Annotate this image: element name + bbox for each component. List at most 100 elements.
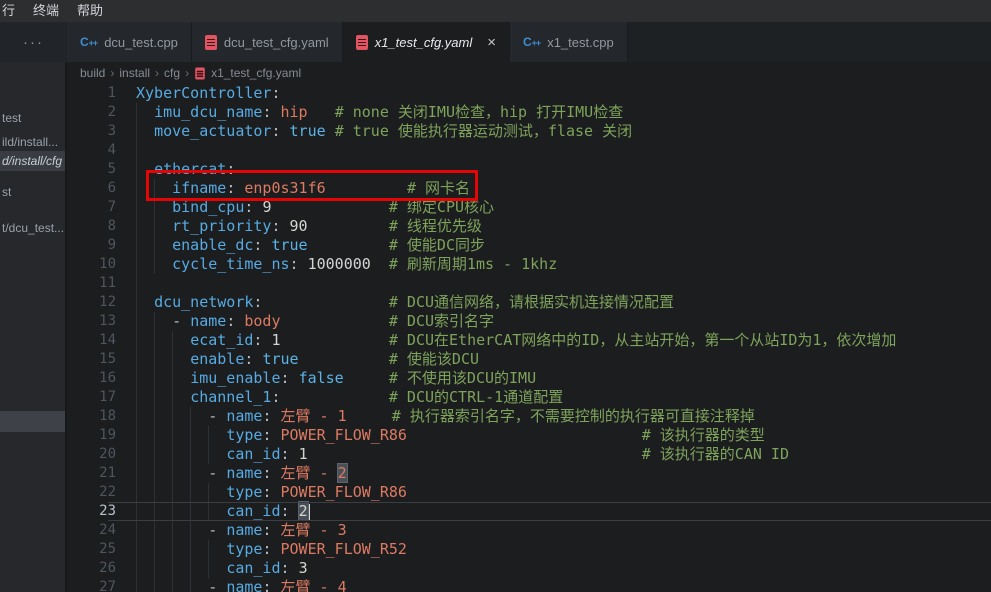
line-number[interactable]: 9 — [67, 236, 116, 255]
code-segment — [136, 160, 154, 178]
line-number[interactable]: 14 — [67, 331, 116, 350]
line-number[interactable]: 19 — [67, 426, 116, 445]
editor-line-1[interactable]: XyberController: — [136, 84, 991, 103]
line-number[interactable]: 7 — [67, 198, 116, 217]
code-segment: 1000000 — [308, 255, 371, 273]
editor-line-14[interactable]: ecat_id: 1 # DCU在EtherCAT网络中的ID，从主站开始，第一… — [136, 331, 991, 350]
editor-line-19[interactable]: type: POWER_FLOW_R86 # 该执行器的类型 — [136, 426, 991, 445]
editor-line-18[interactable]: - name: 左臂 - 1 # 执行器索引名字，不需要控制的执行器可直接注释掉 — [136, 407, 991, 426]
line-number[interactable]: 5 — [67, 160, 116, 179]
line-number[interactable]: 13 — [67, 312, 116, 331]
line-number[interactable]: 26 — [67, 559, 116, 578]
line-number[interactable]: 16 — [67, 369, 116, 388]
editor-line-20[interactable]: can_id: 1 # 该执行器的CAN ID — [136, 445, 991, 464]
editor-line-23[interactable]: can_id: 2 — [136, 502, 991, 521]
indent-guide — [136, 255, 137, 274]
line-number[interactable]: 22 — [67, 483, 116, 502]
line-number[interactable]: 1 — [67, 84, 116, 103]
code-segment: enable — [190, 350, 244, 368]
editor-line-13[interactable]: - name: body # DCU索引名字 — [136, 312, 991, 331]
code-segment: rt_priority — [172, 217, 271, 235]
line-number[interactable]: 2 — [67, 103, 116, 122]
editor-line-4[interactable] — [136, 141, 991, 160]
editor-line-6[interactable]: ifname: enp0s31f6 # 网卡名 — [136, 179, 991, 198]
menubar-item[interactable]: 行 — [0, 0, 24, 22]
code-segment — [281, 217, 290, 235]
editor-line-11[interactable] — [136, 274, 991, 293]
line-number[interactable]: 18 — [67, 407, 116, 426]
line-number[interactable]: 15 — [67, 350, 116, 369]
tab-close-icon[interactable]: × — [487, 35, 496, 50]
tab-bar-left-strip: ··· — [0, 22, 67, 62]
line-number[interactable]: 27 — [67, 578, 116, 592]
editor-line-7[interactable]: bind_cpu: 9 # 绑定CPU核心 — [136, 198, 991, 217]
code-segment: type — [226, 483, 262, 501]
indent-guide — [136, 312, 137, 331]
code-segment: true — [290, 122, 326, 140]
editor-line-2[interactable]: imu_dcu_name: hip # none 关闭IMU检查，hip 打开I… — [136, 103, 991, 122]
menubar-item[interactable]: 帮助 — [68, 0, 112, 22]
editor-line-22[interactable]: type: POWER_FLOW_R86 — [136, 483, 991, 502]
indent-guide — [208, 502, 209, 521]
editor-line-25[interactable]: type: POWER_FLOW_R52 — [136, 540, 991, 559]
editor-line-9[interactable]: enable_dc: true # 使能DC同步 — [136, 236, 991, 255]
breadcrumb-item[interactable]: install — [119, 66, 150, 80]
sidebar-item[interactable]: st — [0, 182, 65, 202]
code-segment — [281, 122, 290, 140]
code-segment — [136, 445, 226, 463]
code-segment: name — [226, 464, 262, 482]
code-segment — [271, 198, 388, 216]
editor-line-15[interactable]: enable: true # 使能该DCU — [136, 350, 991, 369]
editor-line-16[interactable]: imu_enable: false # 不使用该DCU的IMU — [136, 369, 991, 388]
indent-guide — [136, 388, 137, 407]
line-number[interactable]: 21 — [67, 464, 116, 483]
code-editor[interactable]: 1 XyberController: 2 imu_dcu_name: hip # n… — [67, 84, 991, 592]
line-number[interactable]: 3 — [67, 122, 116, 141]
tab-dcu_test.cpp[interactable]: C++dcu_test.cpp — [67, 22, 192, 62]
editor-line-27[interactable]: - name: 左臂 - 4 — [136, 578, 991, 592]
editor-line-10[interactable]: cycle_time_ns: 1000000 # 刷新周期1ms - 1khz — [136, 255, 991, 274]
editor-line-8[interactable]: rt_priority: 90 # 线程优先级 — [136, 217, 991, 236]
line-number[interactable]: 8 — [67, 217, 116, 236]
indent-guide — [154, 350, 155, 369]
text-cursor — [309, 504, 311, 520]
editor-line-21[interactable]: - name: 左臂 - 2 — [136, 464, 991, 483]
code-segment — [371, 255, 389, 273]
code-segment: 1 — [271, 331, 280, 349]
line-number[interactable]: 6 — [67, 179, 116, 198]
line-number[interactable]: 10 — [67, 255, 116, 274]
editor-line-17[interactable]: channel_1: # DCU的CTRL-1通道配置 — [136, 388, 991, 407]
editor-line-24[interactable]: - name: 左臂 - 3 — [136, 521, 991, 540]
breadcrumb-item[interactable]: cfg — [164, 66, 180, 80]
breadcrumb-filename[interactable]: x1_test_cfg.yaml — [211, 66, 301, 80]
line-number[interactable]: 17 — [67, 388, 116, 407]
editor-line-3[interactable]: move_actuator: true # true 使能执行器运动测试，fla… — [136, 122, 991, 141]
editor-line-12[interactable]: dcu_network: # DCU通信网络，请根据实机连接情况配置 — [136, 293, 991, 312]
line-number[interactable]: 12 — [67, 293, 116, 312]
tab-dcu_test_cfg.yaml[interactable]: dcu_test_cfg.yaml — [192, 22, 343, 62]
sidebar-item[interactable]: test — [0, 108, 65, 128]
line-number[interactable]: 11 — [67, 274, 116, 293]
sidebar-item[interactable]: d/install/cfg — [0, 151, 65, 171]
editor-line-26[interactable]: can_id: 3 — [136, 559, 991, 578]
sidebar-item[interactable]: ild/install... — [0, 132, 65, 152]
line-number[interactable]: 23 — [67, 502, 116, 521]
tab-x1_test_cfg.yaml[interactable]: x1_test_cfg.yaml× — [343, 22, 510, 62]
tabs-container: C++dcu_test.cppdcu_test_cfg.yamlx1_test_… — [67, 22, 628, 62]
menubar-item[interactable]: 终端 — [24, 0, 68, 22]
code-segment: # DCU在EtherCAT网络中的ID，从主站开始，第一个从站ID为1，依次增… — [389, 331, 897, 349]
overflow-ellipsis-icon[interactable]: ··· — [23, 34, 44, 51]
breadcrumb-item[interactable]: build — [80, 66, 105, 80]
line-number[interactable]: 20 — [67, 445, 116, 464]
indent-guide — [172, 407, 173, 426]
line-number[interactable]: 25 — [67, 540, 116, 559]
tab-x1_test.cpp[interactable]: C++x1_test.cpp — [510, 22, 628, 62]
breadcrumb: build›install›cfg›x1_test_cfg.yaml — [67, 62, 991, 84]
line-number[interactable]: 24 — [67, 521, 116, 540]
sidebar-highlight-bar[interactable] — [0, 411, 65, 432]
indent-guide — [154, 312, 155, 331]
line-number[interactable]: 4 — [67, 141, 116, 160]
sidebar-item[interactable]: t/dcu_test... — [0, 218, 65, 238]
code-segment: - — [208, 407, 226, 425]
editor-line-5[interactable]: ethercat: — [136, 160, 991, 179]
